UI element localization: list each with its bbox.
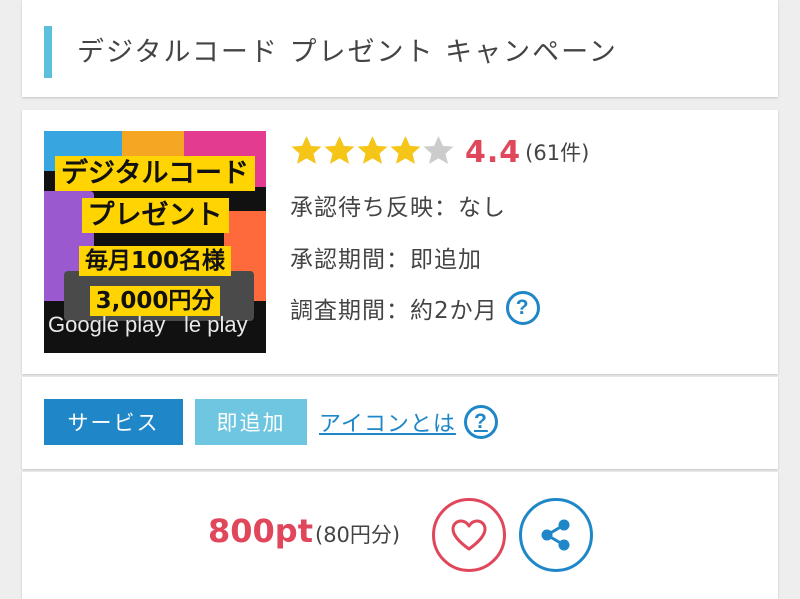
rating-value: 4.4: [465, 134, 522, 170]
share-button[interactable]: [519, 498, 593, 572]
pending-reflect-info: 承認待ち反映：なし: [290, 188, 506, 222]
instant-add-badge: 即追加: [195, 399, 307, 445]
approval-period-info: 承認期間：即追加: [290, 240, 482, 274]
campaign-thumbnail[interactable]: デジタルコード プレゼント 毎月100名様 3,000円分 Google pla…: [44, 131, 266, 353]
star-empty-icon: [423, 135, 454, 164]
icon-explanation-text[interactable]: アイコンとは: [319, 406, 456, 438]
brand-left: Google play: [48, 312, 166, 337]
page-title: デジタルコード プレゼント キャンペーン: [77, 37, 618, 68]
reward-points: 800pt (80円分): [208, 512, 400, 550]
star-rating: [290, 134, 455, 171]
thumb-text-line3: 毎月100名様: [44, 241, 266, 275]
star-filled-icon: [291, 135, 322, 164]
campaign-info-card: デジタルコード プレゼント 毎月100名様 3,000円分 Google pla…: [22, 110, 778, 374]
reward-card: 800pt (80円分): [22, 472, 778, 599]
thumb-text-line2: プレゼント: [44, 193, 266, 232]
help-icon[interactable]: ?: [463, 405, 498, 439]
campaign-title-card: デジタルコード プレゼント キャンペーン: [22, 0, 778, 97]
points-value: 800pt: [208, 512, 313, 550]
star-filled-icon: [324, 135, 355, 164]
pending-reflect-text: 承認待ち反映：なし: [290, 195, 506, 221]
service-badge: サービス: [44, 399, 183, 445]
survey-period-info: 調査期間：約2か月 ?: [290, 291, 540, 325]
star-filled-icon: [357, 135, 388, 164]
category-badge-card: サービス 即追加 アイコンとは ?: [22, 377, 778, 469]
brand-right: le play: [184, 312, 248, 337]
survey-period-text: 調査期間：約2か月: [290, 298, 498, 324]
heart-icon: [451, 519, 487, 551]
thumb-text-line4: 3,000円分: [44, 281, 266, 315]
star-filled-icon: [390, 135, 421, 164]
rating-row: 4.4 (61件): [290, 134, 589, 170]
approval-period-text: 承認期間：即追加: [290, 247, 482, 273]
points-yen-equivalent: (80円分): [315, 523, 401, 547]
thumb-text-line1: デジタルコード: [44, 151, 266, 190]
rating-count: (61件): [525, 141, 590, 165]
icon-explanation-link[interactable]: アイコンとは ?: [319, 399, 498, 445]
share-icon: [541, 519, 570, 551]
favorite-button[interactable]: [432, 498, 506, 572]
help-icon[interactable]: ?: [505, 291, 540, 325]
title-accent-bar: [44, 26, 52, 78]
